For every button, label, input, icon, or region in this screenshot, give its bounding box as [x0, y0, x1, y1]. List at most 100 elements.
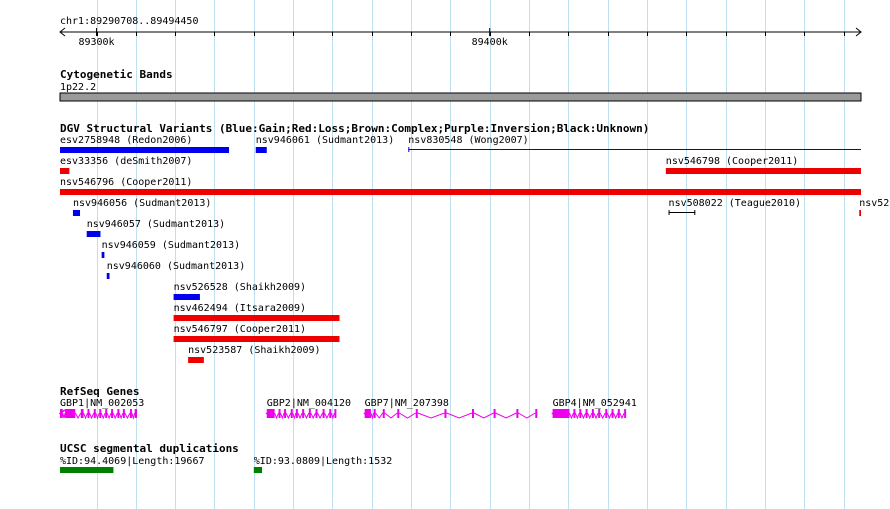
refseq-intron [599, 412, 606, 420]
dgv-feature[interactable]: esv33356 (deSmith2007) [60, 156, 192, 174]
refseq-exon [295, 409, 298, 418]
refseq-exon [617, 409, 620, 418]
region-label: chr1:89290708..89494450 [60, 16, 198, 27]
refseq-intron [106, 412, 112, 420]
dgv-feature[interactable]: nsv526528 (Shaikh2009) [173, 282, 306, 300]
refseq-exon [611, 409, 614, 418]
refseq-exon [308, 409, 311, 418]
dgv-feature-bar [859, 210, 861, 216]
refseq-gene-label: GBP7|NM_207398 [365, 398, 449, 409]
refseq-intron [100, 412, 106, 420]
dgv-feature[interactable]: nsv830548 (Wong2007) [408, 135, 861, 152]
refseq-exon [129, 409, 132, 418]
dgv-feature-bar [60, 168, 70, 174]
refseq-exon [117, 409, 120, 418]
refseq-exon [87, 409, 90, 418]
refseq-gene[interactable]: GBP4|NM_052941 [551, 398, 637, 420]
ruler-tick-label: 89300k [78, 37, 114, 48]
refseq-exon [552, 409, 570, 418]
refseq-intron [118, 412, 124, 420]
refseq-exon [373, 409, 376, 418]
grid-lines [97, 0, 845, 509]
dgv-feature-bar [101, 252, 105, 258]
refseq-exon [134, 409, 138, 418]
dgv-feature[interactable]: esv2758948 (Redon2006) [60, 135, 230, 153]
dgv-feature[interactable]: nsv546798 (Cooper2011) [665, 156, 861, 174]
cytoband-track: Cytogenetic Bands 1p22.2 [59, 68, 862, 102]
refseq-genes: GBP1|NM_002053 GBP2|NM_004120 GBP7|NM_2073… [58, 398, 637, 420]
refseq-intron [324, 412, 330, 420]
refseq-intron [574, 412, 580, 420]
dgv-feature[interactable]: nsv462494 (Itsara2009) [173, 303, 340, 321]
dgv-feature[interactable]: nsv946057 (Sudmant2013) [86, 219, 225, 237]
dgv-feature-label: nsv946061 (Sudmant2013) [256, 135, 394, 146]
refseq-intron [88, 412, 95, 420]
dgv-feature[interactable]: nsv546797 (Cooper2011) [173, 324, 340, 342]
refseq-intron [384, 412, 398, 419]
refseq-exon [322, 409, 325, 418]
refseq-exon [585, 409, 588, 418]
dgv-feature-label: esv33356 (deSmith2007) [60, 156, 192, 167]
dgv-feature-bar [255, 147, 267, 153]
refseq-intron [303, 412, 310, 420]
track-title-refseq: RefSeq Genes [60, 385, 139, 398]
refseq-intron [310, 412, 316, 420]
refseq-intron [593, 412, 599, 420]
refseq-intron [587, 412, 593, 420]
refseq-gene-label: GBP1|NM_002053 [60, 398, 144, 409]
track-title-cytoband: Cytogenetic Bands [60, 68, 173, 81]
dgv-feature-label: esv2758948 (Redon2006) [60, 135, 192, 146]
dgv-feature-bar [188, 357, 204, 363]
ruler-tick-label: 89400k [472, 37, 508, 48]
refseq-exon [382, 409, 385, 418]
refseq-exon [493, 409, 496, 418]
refseq-exon [444, 409, 447, 418]
dgv-feature-label: nsv946057 (Sudmant2013) [87, 219, 225, 230]
refseq-gene-label: GBP2|NM_004120 [267, 398, 351, 409]
refseq-track: RefSeq Genes GBP1|NM_002053 GBP2|NM_00412… [58, 385, 637, 420]
refseq-intron [518, 412, 536, 419]
refseq-exon [397, 409, 400, 418]
segdup-track: UCSC segmental duplications %ID:94.4069|… [60, 442, 392, 473]
dgv-feature-bar [60, 189, 861, 195]
refseq-exon [605, 409, 608, 418]
dgv-feature-label: nsv546797 (Cooper2011) [174, 324, 306, 335]
refseq-exon [111, 409, 114, 418]
dgv-feature[interactable]: nsv946056 (Sudmant2013) [72, 198, 211, 216]
refseq-exon [278, 409, 281, 418]
dgv-feature[interactable]: nsv946059 (Sudmant2013) [101, 240, 240, 258]
dgv-feature-bar [173, 315, 340, 321]
refseq-exon [122, 409, 125, 418]
refseq-intron [569, 412, 574, 420]
segdup-feature-bar [253, 467, 263, 473]
refseq-intron [417, 412, 445, 419]
refseq-exon [573, 409, 576, 418]
refseq-exon [65, 409, 76, 418]
refseq-exon [99, 409, 102, 418]
segdup-features: %ID:94.4069|Length:19667 %ID:93.0809|Leng… [60, 456, 392, 473]
refseq-intron [74, 412, 82, 420]
dgv-feature-label: nsv526528 (Shaikh2009) [174, 282, 306, 293]
segdup-feature-bar [60, 467, 114, 473]
cytoband-bar[interactable] [59, 92, 862, 102]
segdup-feature[interactable]: %ID:93.0809|Length:1532 [253, 456, 392, 473]
segdup-feature[interactable]: %ID:94.4069|Length:19667 [60, 456, 205, 473]
dgv-feature-bar [173, 336, 340, 342]
track-title-dgv: DGV Structural Variants (Blue:Gain;Red:L… [60, 122, 649, 135]
ruler: chr1:89290708..89494450 89300k 89400k [59, 16, 862, 48]
dgv-feature[interactable]: nsv508022 (Teague2010) [668, 198, 801, 215]
refseq-exon [471, 409, 474, 418]
dgv-feature-label: nsv523587 (Shaikh2009) [188, 345, 320, 356]
dgv-feature[interactable]: nsv546796 (Cooper2011) [60, 177, 861, 195]
dgv-feature-label: nsv546796 (Cooper2011) [60, 177, 192, 188]
refseq-intron [375, 412, 384, 419]
dgv-feature[interactable]: nsv52 [859, 198, 889, 216]
refseq-exon [591, 409, 594, 418]
refseq-gene[interactable]: GBP1|NM_002053 [58, 398, 144, 420]
dgv-feature[interactable]: nsv946061 (Sudmant2013) [255, 135, 394, 153]
refseq-gene-label: GBP4|NM_052941 [553, 398, 637, 409]
refseq-intron [398, 412, 417, 419]
refseq-gene[interactable]: GBP2|NM_004120 [265, 398, 351, 420]
dgv-feature-label: nsv830548 (Wong2007) [408, 135, 528, 146]
refseq-exon [93, 409, 96, 418]
